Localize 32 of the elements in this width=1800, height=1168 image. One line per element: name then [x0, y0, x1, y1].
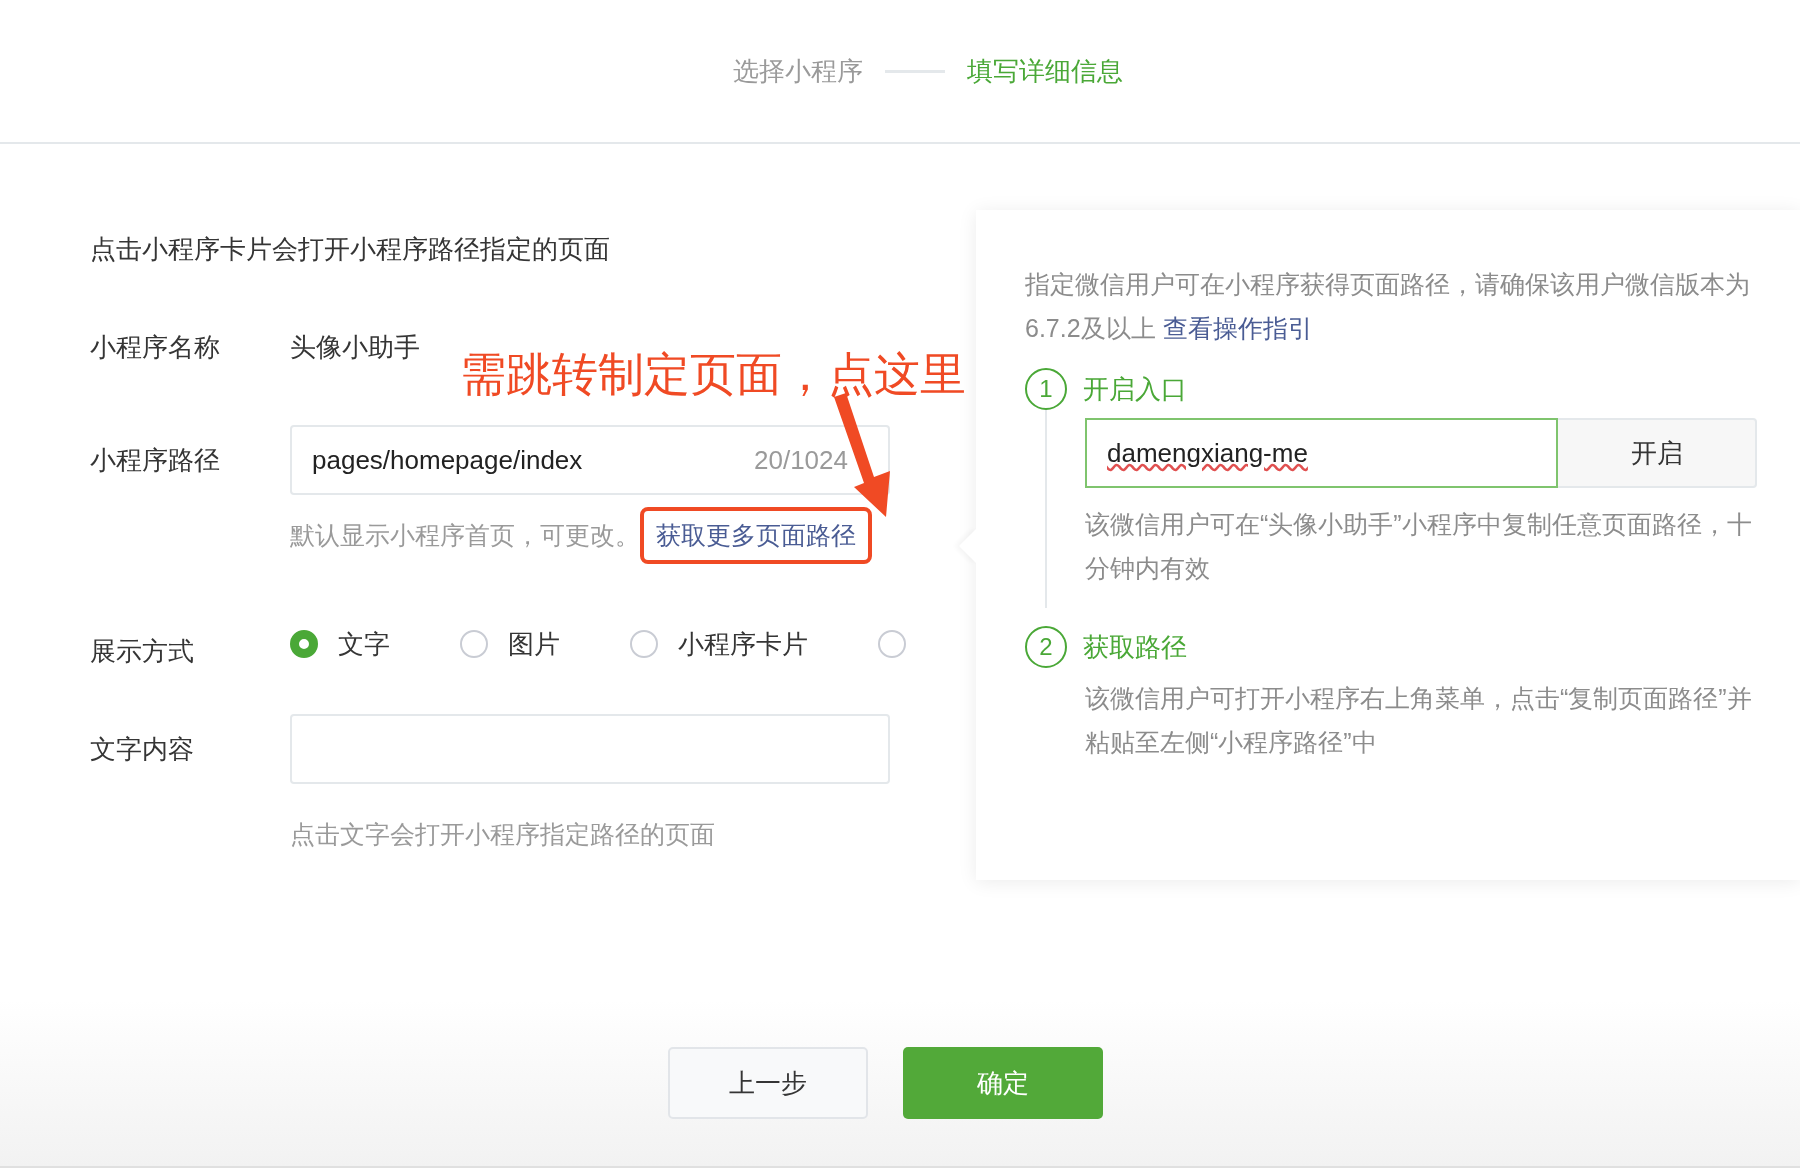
step-title: 开启入口	[1083, 372, 1187, 406]
radio-button[interactable]	[460, 630, 488, 658]
path-input-field[interactable]: pages/homepage/index 20/1024	[290, 425, 890, 495]
field-value: 头像小助手	[290, 331, 420, 364]
step-title: 获取路径	[1083, 630, 1187, 664]
field-label: 文字内容	[90, 733, 195, 766]
field-label: 展示方式	[90, 635, 195, 668]
field-label: 小程序名称	[90, 331, 221, 364]
radio-label[interactable]: 图片	[508, 626, 560, 662]
step-description: 该微信用户可打开小程序右上角菜单，点击“复制页面路径”并粘贴至左侧“小程序路径”中	[1085, 683, 1753, 758]
field-label: 小程序路径	[90, 444, 221, 477]
panel-intro-text: 指定微信用户可在小程序获得页面路径，请确保该用户微信版本为6.7.2及以上 查看操作指引	[1025, 269, 1751, 344]
hint-text: 默认显示小程序首页，可更改。	[290, 520, 640, 551]
step-label: 选择小程序	[733, 54, 863, 88]
radio-button[interactable]	[878, 630, 906, 658]
more-paths-link[interactable]: 获取更多页面路径	[640, 507, 872, 564]
text-input-field[interactable]	[290, 714, 890, 784]
step-label: 填写详细信息	[967, 54, 1123, 88]
back-button[interactable]: 上一步	[667, 1047, 868, 1119]
guide-link[interactable]: 查看操作指引	[1162, 314, 1313, 342]
enable-button[interactable]: 开启	[1558, 418, 1757, 488]
radio-button[interactable]	[630, 630, 658, 658]
radio-button[interactable]	[290, 630, 318, 658]
hint-text: 点击文字会打开小程序指定路径的页面	[290, 819, 716, 850]
annotation-text: 需跳转制定页面，点这里	[460, 347, 966, 402]
intro-text: 点击小程序卡片会打开小程序路径指定的页面	[90, 233, 611, 266]
step-number: 1	[1025, 368, 1067, 410]
step-description: 该微信用户可在“头像小助手”小程序中复制任意页面路径，十分钟内有效	[1085, 509, 1753, 584]
user-input-field[interactable]: damengxiang-me	[1085, 418, 1558, 488]
radio-label[interactable]: 文字	[338, 626, 390, 662]
step-number: 2	[1025, 626, 1067, 668]
radio-label[interactable]: 小程序卡片	[678, 626, 808, 662]
